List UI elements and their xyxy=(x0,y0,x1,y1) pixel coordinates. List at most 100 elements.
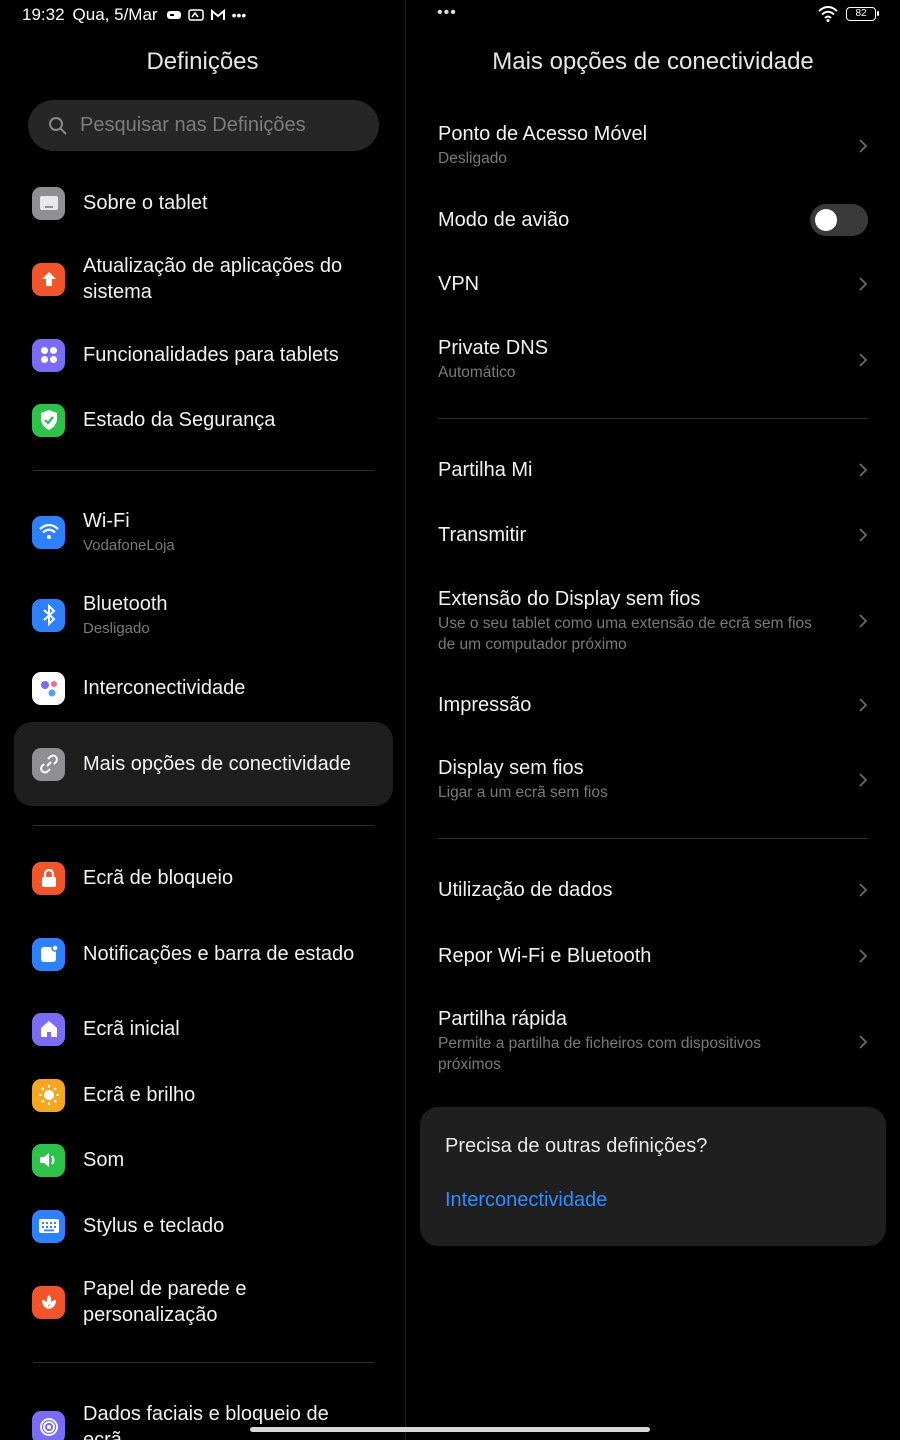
row-airplane-mode[interactable]: Modo de avião xyxy=(438,200,868,240)
divider xyxy=(438,838,868,839)
sidebar-item-home-screen[interactable]: Ecrã inicial xyxy=(14,1007,393,1051)
sidebar-item-label: Mais opções de conectividade xyxy=(83,753,351,775)
sidebar-item-label: Wi-Fi xyxy=(83,510,130,532)
row-printing[interactable]: Impressão xyxy=(438,685,868,725)
pane-divider xyxy=(405,0,406,1440)
divider xyxy=(438,418,868,419)
sidebar-item-label: Dados faciais e bloqueio de ecrã xyxy=(83,1403,329,1440)
home-indicator[interactable] xyxy=(250,1427,650,1432)
sidebar-item-label: Ecrã inicial xyxy=(83,1018,180,1040)
wifi-icon xyxy=(32,515,65,549)
sidebar-item-wifi[interactable]: Wi-Fi VodafoneLoja xyxy=(14,504,393,560)
battery-indicator: 82 xyxy=(846,7,879,21)
sidebar-item-label: Ecrã e brilho xyxy=(83,1084,196,1106)
row-title: Partilha Mi xyxy=(438,459,533,481)
sidebar-item-display-brightness[interactable]: Ecrã e brilho xyxy=(14,1073,393,1117)
row-title: Impressão xyxy=(438,694,532,716)
chevron-right-icon xyxy=(859,353,868,367)
settings-sidebar: Definições Pesquisar nas Definições Sobr… xyxy=(0,0,405,1440)
row-subtitle: Ligar a um ecrã sem fios xyxy=(438,784,608,801)
sidebar-item-label: Stylus e teclado xyxy=(83,1215,225,1237)
sidebar-item-sublabel: VodafoneLoja xyxy=(83,537,175,554)
sidebar-item-interconnectivity[interactable]: Interconectividade xyxy=(14,666,393,710)
speaker-icon xyxy=(32,1143,65,1177)
row-title: Partilha rápida xyxy=(438,1008,567,1030)
row-cast[interactable]: Transmitir xyxy=(438,515,868,555)
row-title: Modo de avião xyxy=(438,209,570,231)
tablet-icon xyxy=(32,186,65,220)
sidebar-item-notifications[interactable]: Notificações e barra de estado xyxy=(14,925,393,983)
help-card: Precisa de outras definições? Interconec… xyxy=(420,1107,886,1246)
row-title: Repor Wi-Fi e Bluetooth xyxy=(438,945,652,967)
row-subtitle: Permite a partilha de ficheiros com disp… xyxy=(438,1035,762,1073)
divider xyxy=(33,1362,374,1363)
chevron-right-icon xyxy=(859,773,868,787)
sidebar-item-face-data[interactable]: Dados faciais e bloqueio de ecrã xyxy=(14,1398,393,1440)
search-input[interactable]: Pesquisar nas Definições xyxy=(80,114,306,137)
sidebar-item-label: Sobre o tablet xyxy=(83,192,208,214)
airplane-mode-toggle[interactable] xyxy=(810,204,868,236)
sidebar-item-security-status[interactable]: Estado da Segurança xyxy=(14,398,393,442)
lock-icon xyxy=(32,861,65,895)
sidebar-item-lock-screen[interactable]: Ecrã de bloqueio xyxy=(14,856,393,900)
status-bar-right: 82 xyxy=(818,6,879,22)
row-private-dns[interactable]: Private DNS Automático xyxy=(438,335,868,385)
sidebar-item-tablet-features[interactable]: Funcionalidades para tablets xyxy=(14,333,393,377)
toggle-knob xyxy=(815,209,837,231)
arrow-up-icon xyxy=(32,262,65,296)
row-mobile-hotspot[interactable]: Ponto de Acesso Móvel Desligado xyxy=(438,121,868,171)
sidebar-item-label: Funcionalidades para tablets xyxy=(83,344,339,366)
row-title: Display sem fios xyxy=(438,757,584,779)
sidebar-item-about-tablet[interactable]: Sobre o tablet xyxy=(14,181,393,225)
chevron-right-icon xyxy=(859,139,868,153)
row-wireless-display[interactable]: Display sem fios Ligar a um ecrã sem fio… xyxy=(438,755,868,805)
link-icon xyxy=(32,747,65,781)
home-icon xyxy=(32,1012,65,1046)
interconnectivity-link[interactable]: Interconectividade xyxy=(445,1189,607,1212)
sidebar-item-label: Bluetooth xyxy=(83,593,168,615)
sidebar-item-wallpaper[interactable]: Papel de parede e personalização xyxy=(14,1273,393,1331)
chevron-right-icon xyxy=(859,1035,868,1049)
shield-check-icon xyxy=(32,403,65,437)
apps-grid-icon xyxy=(32,338,65,372)
sidebar-item-stylus-keyboard[interactable]: Stylus e teclado xyxy=(14,1204,393,1248)
search-bar[interactable]: Pesquisar nas Definições xyxy=(28,100,379,151)
wallpaper-icon xyxy=(32,1285,65,1319)
chevron-right-icon xyxy=(859,949,868,963)
row-quick-share[interactable]: Partilha rápida Permite a partilha de fi… xyxy=(438,1006,868,1078)
sidebar-item-system-app-updates[interactable]: Atualização de aplicações do sistema xyxy=(14,250,393,308)
row-title: Transmitir xyxy=(438,524,527,546)
chevron-right-icon xyxy=(859,277,868,291)
row-title: Extensão do Display sem fios xyxy=(438,588,701,610)
row-title: Private DNS xyxy=(438,337,549,359)
sidebar-item-label: Estado da Segurança xyxy=(83,409,276,431)
sidebar-item-more-connectivity[interactable]: Mais opções de conectividade xyxy=(14,722,393,806)
sidebar-item-label: Notificações e barra de estado xyxy=(83,943,355,965)
row-wireless-display-extension[interactable]: Extensão do Display sem fios Use o seu t… xyxy=(438,586,868,656)
row-vpn[interactable]: VPN xyxy=(438,264,868,304)
sidebar-title: Definições xyxy=(146,48,259,75)
chevron-right-icon xyxy=(859,883,868,897)
help-question: Precisa de outras definições? xyxy=(445,1135,708,1157)
row-mi-share[interactable]: Partilha Mi xyxy=(438,450,868,490)
sidebar-item-sublabel: Desligado xyxy=(83,620,150,637)
sidebar-item-label: Som xyxy=(83,1149,125,1171)
divider xyxy=(33,470,374,471)
row-subtitle: Desligado xyxy=(438,150,507,167)
sidebar-item-bluetooth[interactable]: Bluetooth Desligado xyxy=(14,587,393,643)
keyboard-icon xyxy=(32,1209,65,1243)
chevron-right-icon xyxy=(859,698,868,712)
row-data-usage[interactable]: Utilização de dados xyxy=(438,870,868,910)
sidebar-item-label: Interconectividade xyxy=(83,677,246,699)
row-reset-wifi-bluetooth[interactable]: Repor Wi-Fi e Bluetooth xyxy=(438,936,868,976)
bluetooth-icon xyxy=(32,598,65,632)
row-subtitle: Use o seu tablet como uma extensão de ec… xyxy=(438,615,812,653)
wifi-signal-icon xyxy=(818,6,838,22)
sidebar-item-sound[interactable]: Som xyxy=(14,1138,393,1182)
chevron-right-icon xyxy=(859,614,868,628)
row-subtitle: Automático xyxy=(438,364,516,381)
divider xyxy=(33,825,374,826)
status-dots: ••• xyxy=(437,4,457,21)
row-title: Ponto de Acesso Móvel xyxy=(438,123,648,145)
search-icon xyxy=(49,116,67,135)
